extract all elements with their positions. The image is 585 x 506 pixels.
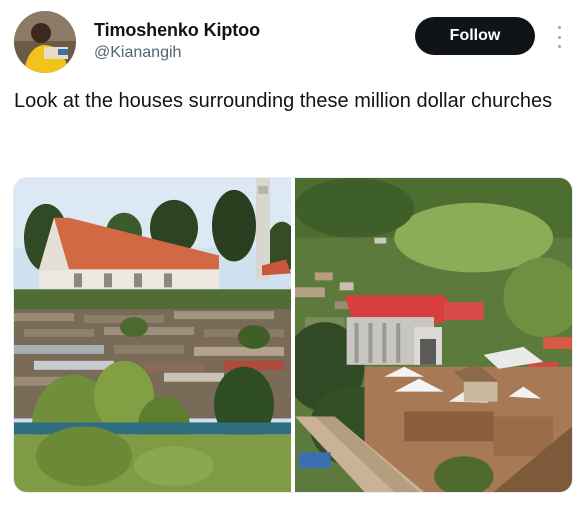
photo-church-with-houses-image <box>14 178 291 492</box>
tweet-text: Look at the houses surrounding these mil… <box>14 90 553 112</box>
photo-aerial-church[interactable] <box>295 178 572 492</box>
more-vertical-icon[interactable] <box>552 26 566 48</box>
follow-button[interactable]: Follow <box>415 17 535 55</box>
user-avatar-image <box>14 11 76 73</box>
author-handle[interactable]: @Kianangih <box>94 42 260 64</box>
author-display-name[interactable]: Timoshenko Kiptoo <box>94 19 260 41</box>
photo-church-with-houses[interactable] <box>14 178 291 492</box>
photo-aerial-church-image <box>295 178 572 492</box>
media-grid <box>13 177 573 493</box>
avatar[interactable] <box>14 11 76 73</box>
